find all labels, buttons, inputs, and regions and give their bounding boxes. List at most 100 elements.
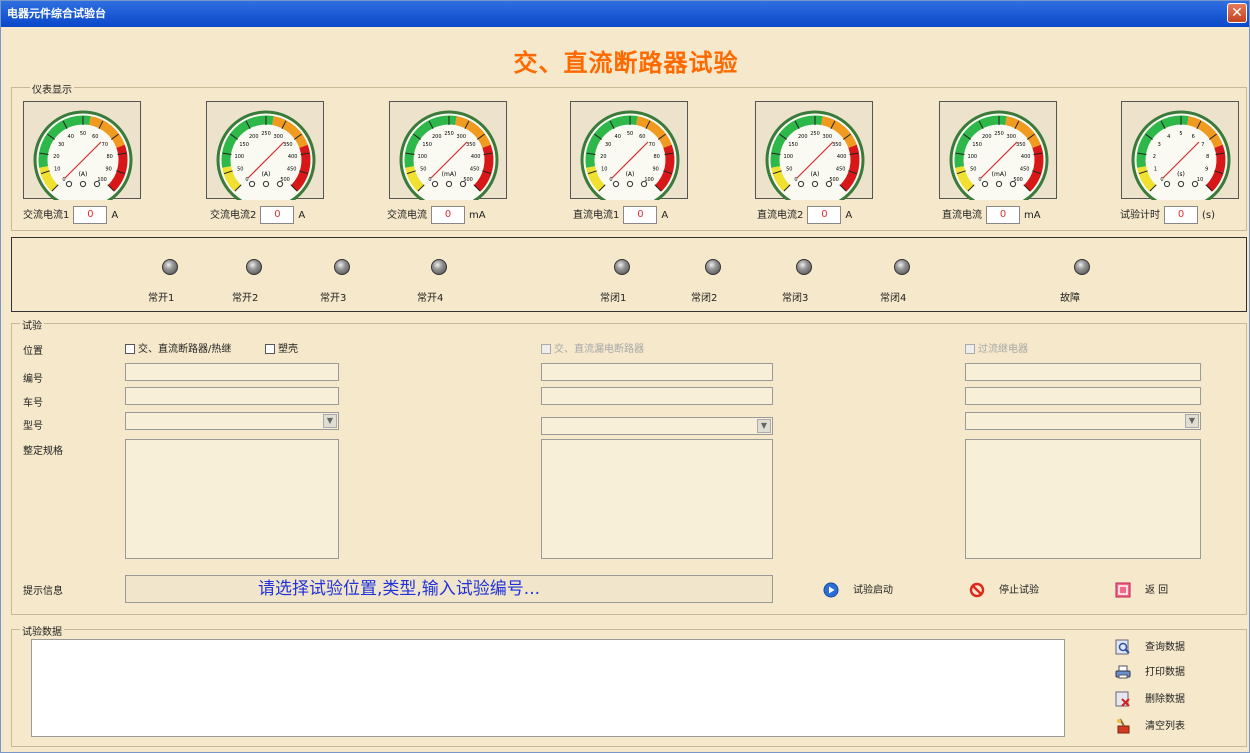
- position-label: 位置: [23, 346, 43, 357]
- gauge-tick-label: 450: [470, 166, 480, 172]
- gauge-tick-label: 20: [600, 154, 606, 160]
- gauge-tick-label: 5: [1179, 131, 1182, 137]
- stop-test-button[interactable]: 停止试验: [969, 581, 1039, 598]
- indicator-lamp: [1074, 259, 1090, 275]
- chevron-down-icon: ▼: [757, 419, 771, 433]
- car-label: 车号: [23, 398, 43, 409]
- checkbox-box: [125, 344, 135, 354]
- query-data-button[interactable]: 查询数据: [1115, 638, 1185, 655]
- gauge-tick-label: 60: [639, 134, 645, 140]
- delete-data-button[interactable]: 删除数据: [1115, 690, 1185, 707]
- gauge-tick-label: 100: [784, 154, 794, 160]
- gauge-tick-label: 6: [1192, 134, 1195, 140]
- gauge-tick-label: 7: [1201, 142, 1204, 148]
- start-test-button[interactable]: 试验启动: [823, 581, 893, 598]
- overvoltage-relay-checkbox[interactable]: 过流继电器: [965, 340, 1028, 355]
- spec-textarea-1[interactable]: [125, 439, 339, 559]
- data-list[interactable]: [31, 639, 1065, 737]
- hint-text: 请选择试验位置,类型,输入试验编号...: [258, 579, 541, 599]
- meter-unit: (s): [1202, 210, 1216, 221]
- gauge-tick-label: 40: [68, 134, 74, 140]
- window-title: 电器元件综合试验台: [7, 7, 106, 20]
- gauge-dial: 010203040 50 60708090100(A): [580, 110, 680, 200]
- model-label: 型号: [23, 421, 43, 432]
- meter-label: 交流电流2: [210, 210, 257, 221]
- close-icon: ✕: [1231, 5, 1243, 21]
- delete-data-label: 删除数据: [1145, 694, 1185, 705]
- indicator-lamp: [162, 259, 178, 275]
- hint-box: 请选择试验位置,类型,输入试验编号...: [125, 575, 773, 603]
- gauge-tick-label: 50: [970, 166, 976, 172]
- meter-unit: A: [111, 210, 119, 221]
- car-input-2[interactable]: [541, 387, 773, 405]
- gauge-tick-label: 350: [832, 142, 842, 148]
- number-input-2[interactable]: [541, 363, 773, 381]
- gauge-tick-label: 50: [786, 166, 792, 172]
- acdc-breaker-checkbox[interactable]: 交、直流断路器/热继: [125, 340, 231, 355]
- gauge-tick-label: 400: [471, 154, 481, 160]
- car-input-3[interactable]: [965, 387, 1201, 405]
- number-input-3[interactable]: [965, 363, 1201, 381]
- chevron-down-icon: ▼: [323, 414, 337, 428]
- meter-label: 直流电流1: [573, 210, 620, 221]
- print-data-label: 打印数据: [1145, 667, 1185, 678]
- gauge-tick-label: 70: [649, 142, 655, 148]
- gauge-tick-label: 50: [80, 131, 86, 137]
- meters-legend: 仪表显示: [30, 81, 74, 96]
- meter-reading: 交流电流2 0 A: [210, 206, 305, 224]
- car-input-1[interactable]: [125, 387, 339, 405]
- meter-label: 交流电流: [387, 210, 427, 221]
- meter-reading: 交流电流 0 mA: [387, 206, 486, 224]
- meter-reading: 直流电流2 0 A: [757, 206, 852, 224]
- lamp-label: 常闭3: [782, 293, 809, 304]
- leakage-breaker-label: 交、直流漏电断路器: [554, 344, 644, 355]
- meter-value: 0: [623, 206, 658, 224]
- model-select-1[interactable]: ▼: [125, 412, 339, 430]
- checkbox-box: [265, 344, 275, 354]
- meter-unit: mA: [1024, 210, 1041, 221]
- gauge-unit-mark: (mA): [442, 171, 457, 178]
- checkbox-box: [541, 344, 551, 354]
- gauge-tick-label: 20: [53, 154, 59, 160]
- gauge-tick-label: 3: [1158, 142, 1161, 148]
- indicator-lamp: [431, 259, 447, 275]
- model-select-3[interactable]: ▼: [965, 412, 1201, 430]
- gauge-tick-label: 300: [273, 134, 283, 140]
- gauge-tick-label: 300: [456, 134, 466, 140]
- meter-value: 0: [807, 206, 842, 224]
- exit-icon: [1115, 582, 1131, 598]
- gauge-tick-label: 80: [653, 154, 659, 160]
- gauge-tick-label: 80: [106, 154, 112, 160]
- gauge-tick-label: 60: [92, 134, 98, 140]
- gauge-tick-label: 150: [788, 142, 798, 148]
- gauge-tick-label: 250: [994, 131, 1004, 137]
- gauge-tick-label: 250: [444, 131, 454, 137]
- gauge-meter: 0 1 2 3 4 5 6 7 8 9 10 (s): [1121, 101, 1239, 200]
- meter-unit: A: [845, 210, 853, 221]
- gauge-dial: 050100150200 250 300350400450500(A): [765, 110, 865, 200]
- clear-list-button[interactable]: 清空列表: [1115, 717, 1185, 734]
- spec-textarea-2[interactable]: [541, 439, 773, 559]
- gauge-tick-label: 150: [972, 142, 982, 148]
- indicator-lamp: [334, 259, 350, 275]
- model-select-2[interactable]: ▼: [541, 417, 773, 435]
- indicator-lamp: [894, 259, 910, 275]
- gauge-tick-label: 450: [836, 166, 846, 172]
- leakage-breaker-checkbox[interactable]: 交、直流漏电断路器: [541, 340, 644, 355]
- spec-textarea-3[interactable]: [965, 439, 1201, 559]
- print-data-button[interactable]: 打印数据: [1115, 663, 1185, 680]
- gauge-unit-mark: (mA): [992, 171, 1007, 178]
- hint-label: 提示信息: [23, 586, 63, 597]
- meter-reading: 交流电流1 0 A: [23, 206, 118, 224]
- plastic-case-checkbox[interactable]: 塑壳: [265, 340, 298, 355]
- number-input-1[interactable]: [125, 363, 339, 381]
- data-legend: 试验数据: [20, 623, 64, 638]
- indicator-lamp: [614, 259, 630, 275]
- number-label: 编号: [23, 374, 43, 385]
- close-button[interactable]: ✕: [1227, 3, 1247, 23]
- gauge-meter: 0 50 100 150 200 250 300 350 400 450 500 (mA): [389, 101, 507, 200]
- gauge-tick-label: 100: [968, 154, 978, 160]
- back-button[interactable]: 返 回: [1115, 581, 1168, 598]
- meter-value: 0: [431, 206, 465, 224]
- gauge-tick-label: 300: [822, 134, 832, 140]
